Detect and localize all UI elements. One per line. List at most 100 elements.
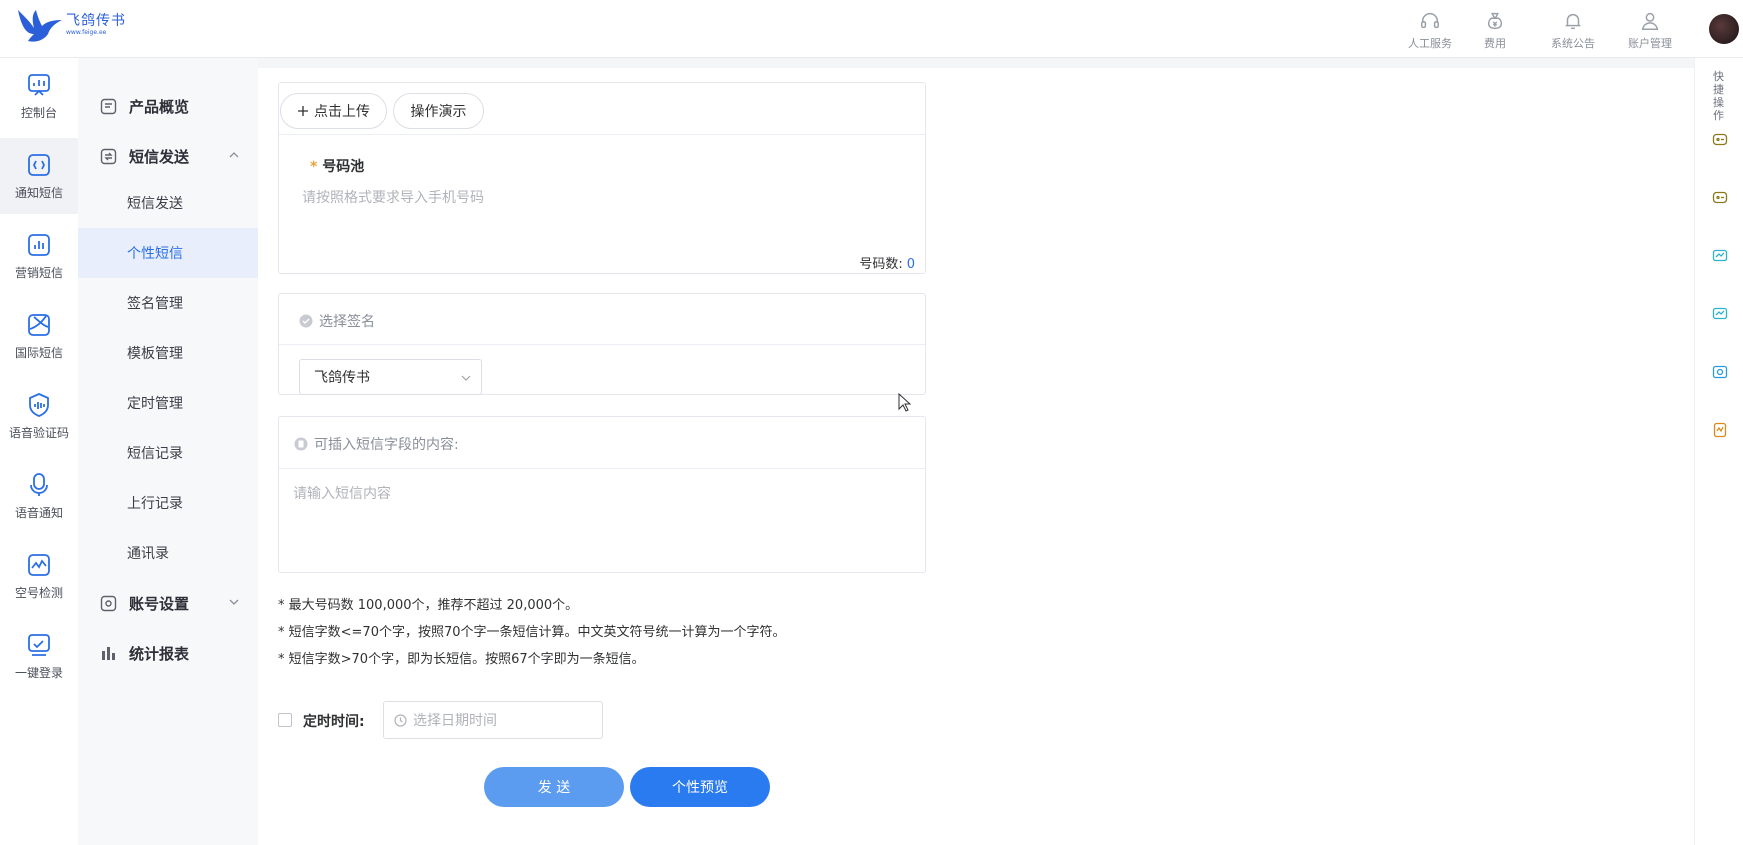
one-click-login-icon [28,633,50,656]
quick-actions-bar: 快捷操作 [1694,58,1743,845]
sms-send-icon [100,148,117,164]
rail-item-voice-notice[interactable]: 语音通知 [0,458,78,534]
rail-item-empty-number-check-label: 空号检测 [14,585,63,600]
logo-name: 飞鸽传书 [66,13,126,29]
card-divider [279,468,925,469]
schedule-label: 定时时间: [303,714,365,730]
bar-chart-icon [102,646,115,660]
menu-item-sms-records[interactable]: 短信记录 [78,428,258,478]
rail-item-international-sms[interactable]: 国际短信 [0,298,78,374]
menu-product-overview[interactable]: 产品概览 [78,86,258,126]
clock-icon [394,713,407,727]
menu-item-uplink-records[interactable]: 上行记录 [78,478,258,528]
menu-statistics-report-label: 统计报表 [129,644,190,663]
menu-item-contacts[interactable]: 通讯录 [78,528,258,578]
marketing-sms-icon [28,233,50,256]
clipboard-icon [294,437,308,451]
upload-button[interactable]: 点击上传 [280,93,387,129]
overview-icon [100,98,117,114]
send-button[interactable]: 发 送 [484,767,624,807]
top-bar: 飞鸽传书 www.feige.ee 人工服务 费用 系统公告 账户管理 [0,0,1743,58]
schedule-datetime-placeholder: 选择日期时间 [413,713,497,729]
menu-account-settings[interactable]: 账号设置 [78,583,258,623]
dashboard-icon [28,73,50,96]
nav-fees[interactable]: 费用 [1460,10,1530,51]
signature-card: 选择签名 飞鸽传书 [278,293,926,395]
content-card: 可插入短信字段的内容: 请输入短信内容 [278,416,926,573]
main-content: 点击上传 操作演示 * 号码池 请按照格式要求导入手机号码 号码数: 0 选择签名… [258,68,1694,845]
note-long-sms: * 短信字数>70个字，即为长短信。按照67个字即为一条短信。 [278,652,645,667]
quick-voice-icon[interactable] [1712,364,1728,380]
quick-doc-icon[interactable] [1712,422,1728,438]
menu-item-personal-sms[interactable]: 个性短信 [78,228,258,278]
demo-button[interactable]: 操作演示 [393,93,484,129]
rail-item-console[interactable]: 控制台 [0,58,78,134]
menu-item-sms-send[interactable]: 短信发送 [78,178,258,228]
check-circle-icon [299,314,313,328]
nav-account[interactable]: 账户管理 [1615,10,1685,51]
user-icon [1641,12,1659,30]
menu-sms-send-group-label: 短信发送 [129,147,190,166]
sms-content-input[interactable]: 请输入短信内容 [293,483,391,503]
note-short-sms: * 短信字数<=70个字，按照70个字一条短信计算。中文英文符号统一计算为一个字… [278,625,786,640]
card-divider [279,344,925,345]
personal-preview-button[interactable]: 个性预览 [630,767,770,807]
menu-item-signature-management[interactable]: 签名管理 [78,278,258,328]
notice-sms-icon [28,153,50,176]
chevron-up-icon [229,152,239,158]
bell-icon [1565,13,1581,30]
signature-select[interactable]: 飞鸽传书 [299,359,482,395]
nav-customer-service[interactable]: 人工服务 [1395,10,1465,51]
voice-code-icon [29,392,49,417]
note-max-numbers: * 最大号码数 100,000个，推荐不超过 20,000个。 [278,598,579,613]
rail-item-empty-number-check[interactable]: 空号检测 [0,538,78,614]
rail-item-voice-notice-label: 语音通知 [14,505,63,520]
logo-url: www.feige.ee [66,29,107,36]
rail-item-marketing-sms-label: 营销短信 [14,265,63,280]
quick-sms-icon[interactable] [1712,190,1728,206]
content-card-title: 可插入短信字段的内容: [314,437,459,453]
rail-item-voice-code-label: 语音验证码 [8,425,69,440]
menu-account-settings-label: 账号设置 [129,594,190,613]
rail-item-voice-code[interactable]: 语音验证码 [0,378,78,454]
quick-chat-icon[interactable] [1712,306,1728,322]
nav-customer-service-label: 人工服务 [1408,37,1452,50]
number-pool-card: 点击上传 操作演示 * 号码池 请按照格式要求导入手机号码 号码数: 0 [278,82,926,274]
rail-item-console-label: 控制台 [20,105,57,120]
rail-item-marketing-sms[interactable]: 营销短信 [0,218,78,294]
headset-icon [1421,13,1439,29]
pulse-icon [28,553,50,576]
signature-select-value: 飞鸽传书 [314,370,370,386]
logo[interactable]: 飞鸽传书 www.feige.ee [16,8,126,44]
upload-button-label: 点击上传 [314,104,370,120]
mouse-cursor-icon [898,393,912,412]
menu-item-scheduled-management[interactable]: 定时管理 [78,378,258,428]
quick-sms-icon[interactable] [1712,132,1728,148]
rail-item-one-click-login-label: 一键登录 [14,665,63,680]
menu-product-overview-label: 产品概览 [129,97,190,116]
avatar[interactable] [1709,14,1739,44]
number-pool-input[interactable]: 请按照格式要求导入手机号码 [302,187,484,207]
microphone-icon [30,472,48,496]
rail-item-one-click-login[interactable]: 一键登录 [0,618,78,694]
card-divider [279,134,925,135]
nav-account-label: 账户管理 [1628,37,1672,50]
number-count-value: 0 [906,257,915,272]
number-pool-label-text: 号码池 [322,159,365,175]
schedule-datetime-input[interactable]: 选择日期时间 [383,701,603,739]
menu-statistics-report[interactable]: 统计报表 [78,633,258,673]
chevron-down-icon [229,599,239,605]
signature-card-header: 选择签名 [299,294,375,348]
rail-item-notice-sms[interactable]: 通知短信 [0,138,78,214]
nav-announcements[interactable]: 系统公告 [1538,10,1608,51]
menu-sms-send-group[interactable]: 短信发送 [78,136,258,176]
product-rail: 控制台 通知短信 营销短信 国际短信 语音验证码 语音通知 空号检测 一键登录 [0,58,78,845]
signature-card-title: 选择签名 [319,314,375,330]
quick-chat-icon[interactable] [1712,248,1728,264]
number-count-label: 号码数: [859,257,903,272]
plus-icon [298,106,308,116]
schedule-checkbox[interactable] [278,713,292,727]
menu-item-template-management[interactable]: 模板管理 [78,328,258,378]
quick-actions-label: 快捷操作 [1713,70,1724,122]
number-count: 号码数: 0 [859,253,915,272]
